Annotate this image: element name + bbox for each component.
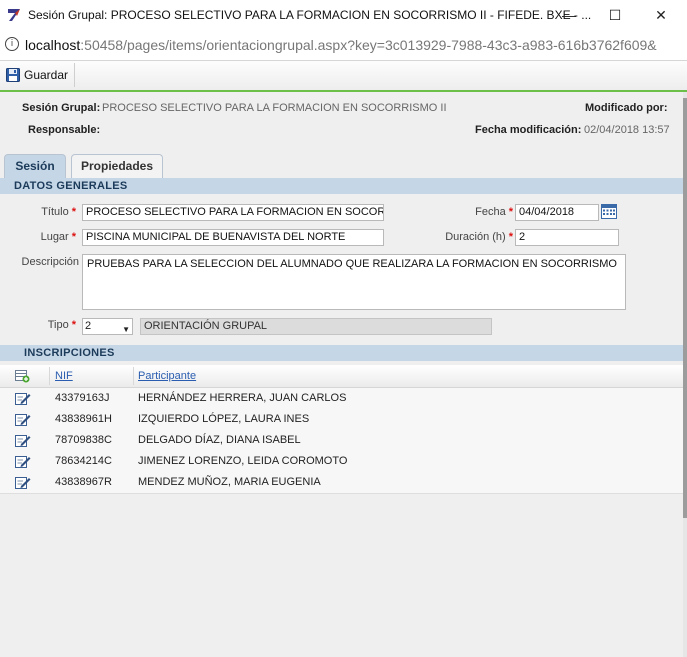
column-header-nif[interactable]: NIF (55, 370, 73, 382)
edit-icon[interactable] (15, 391, 31, 406)
tipo-select-value: 2 (85, 320, 92, 332)
column-separator (49, 367, 50, 385)
edit-icon[interactable] (15, 433, 31, 448)
chevron-down-icon: ▼ (122, 325, 130, 334)
descripcion-label: Descripción (21, 256, 79, 268)
row-nif: 78634214C (55, 455, 112, 467)
window-titlebar: Sesión Grupal: PROCESO SELECTIVO PARA LA… (0, 0, 687, 30)
session-value: PROCESO SELECTIVO PARA LA FORMACION EN S… (102, 102, 447, 114)
floppy-disk-icon (6, 68, 20, 82)
modified-date-label: Fecha modificación: (475, 124, 582, 136)
row-participante: HERNÁNDEZ HERRERA, JUAN CARLOS (138, 392, 347, 404)
lugar-label: Lugar * (40, 231, 76, 243)
address-url[interactable]: localhost:50458/pages/items/orientaciong… (25, 37, 657, 53)
maximize-button[interactable]: ☐ (600, 4, 630, 26)
tipo-label: Tipo * (47, 319, 76, 331)
responsible-label: Responsable: (28, 124, 101, 136)
edit-icon[interactable] (15, 475, 31, 490)
section-inscripciones: INSCRIPCIONES (0, 345, 683, 361)
scrollbar-thumb[interactable] (683, 98, 687, 518)
duracion-input[interactable]: 2 (515, 229, 619, 246)
table-row[interactable]: 43379163J HERNÁNDEZ HERRERA, JUAN CARLOS (0, 388, 683, 410)
save-button[interactable]: Guardar (2, 63, 76, 87)
table-row[interactable]: 78709838C DELGADO DÍAZ, DIANA ISABEL (0, 430, 683, 452)
minimize-button[interactable]: — (554, 4, 584, 26)
section-datos-generales-title: DATOS GENERALES (14, 180, 128, 192)
grid-header (0, 365, 683, 388)
modified-date-value: 02/04/2018 13:57 (584, 124, 670, 136)
save-button-label: Guardar (24, 68, 69, 82)
edit-icon[interactable] (15, 454, 31, 469)
tab-propiedades[interactable]: Propiedades (71, 154, 163, 178)
info-icon[interactable]: i (5, 37, 19, 51)
row-participante: MENDEZ MUÑOZ, MARIA EUGENIA (138, 476, 321, 488)
calendar-icon[interactable] (601, 204, 617, 219)
row-nif: 43838967R (55, 476, 112, 488)
url-path: :50458/pages/items/orientaciongrupal.asp… (80, 37, 657, 53)
session-label: Sesión Grupal: (22, 102, 101, 114)
table-row[interactable]: 43838967R MENDEZ MUÑOZ, MARIA EUGENIA (0, 472, 683, 494)
tipo-select[interactable]: 2 ▼ (82, 318, 133, 335)
fecha-input[interactable]: 04/04/2018 (515, 204, 599, 221)
lugar-input[interactable]: PISCINA MUNICIPAL DE BUENAVISTA DEL NORT… (82, 229, 384, 246)
edit-icon[interactable] (15, 412, 31, 427)
duracion-label: Duración (h) * (445, 231, 513, 243)
column-separator (133, 367, 134, 385)
url-host: localhost (25, 37, 81, 53)
add-row-icon[interactable] (15, 369, 30, 383)
table-row[interactable]: 78634214C JIMENEZ LORENZO, LEIDA COROMOTO (0, 451, 683, 473)
column-header-participante[interactable]: Participante (138, 370, 196, 382)
titulo-input[interactable]: PROCESO SELECTIVO PARA LA FORMACION EN S… (82, 204, 384, 221)
titulo-label: Título * (41, 206, 76, 218)
section-inscripciones-title: INSCRIPCIONES (24, 347, 115, 359)
modified-by-label: Modificado por: (585, 102, 668, 114)
row-nif: 78709838C (55, 434, 112, 446)
toolbar: Guardar (0, 60, 687, 91)
tab-sesion[interactable]: Sesión (4, 154, 66, 178)
tipo-description: ORIENTACIÓN GRUPAL (140, 318, 492, 335)
row-participante: JIMENEZ LORENZO, LEIDA COROMOTO (138, 455, 348, 467)
section-datos-generales: DATOS GENERALES (0, 178, 683, 194)
descripcion-textarea[interactable]: PRUEBAS PARA LA SELECCION DEL ALUMNADO Q… (82, 254, 626, 310)
row-nif: 43379163J (55, 392, 110, 404)
window-title: Sesión Grupal: PROCESO SELECTIVO PARA LA… (28, 8, 592, 22)
row-nif: 43838961H (55, 413, 112, 425)
row-participante: IZQUIERDO LÓPEZ, LAURA INES (138, 413, 310, 425)
app-logo-icon (8, 9, 20, 21)
table-row[interactable]: 43838961H IZQUIERDO LÓPEZ, LAURA INES (0, 409, 683, 431)
fecha-label: Fecha * (475, 206, 513, 218)
row-participante: DELGADO DÍAZ, DIANA ISABEL (138, 434, 301, 446)
close-button[interactable]: ✕ (646, 4, 676, 26)
